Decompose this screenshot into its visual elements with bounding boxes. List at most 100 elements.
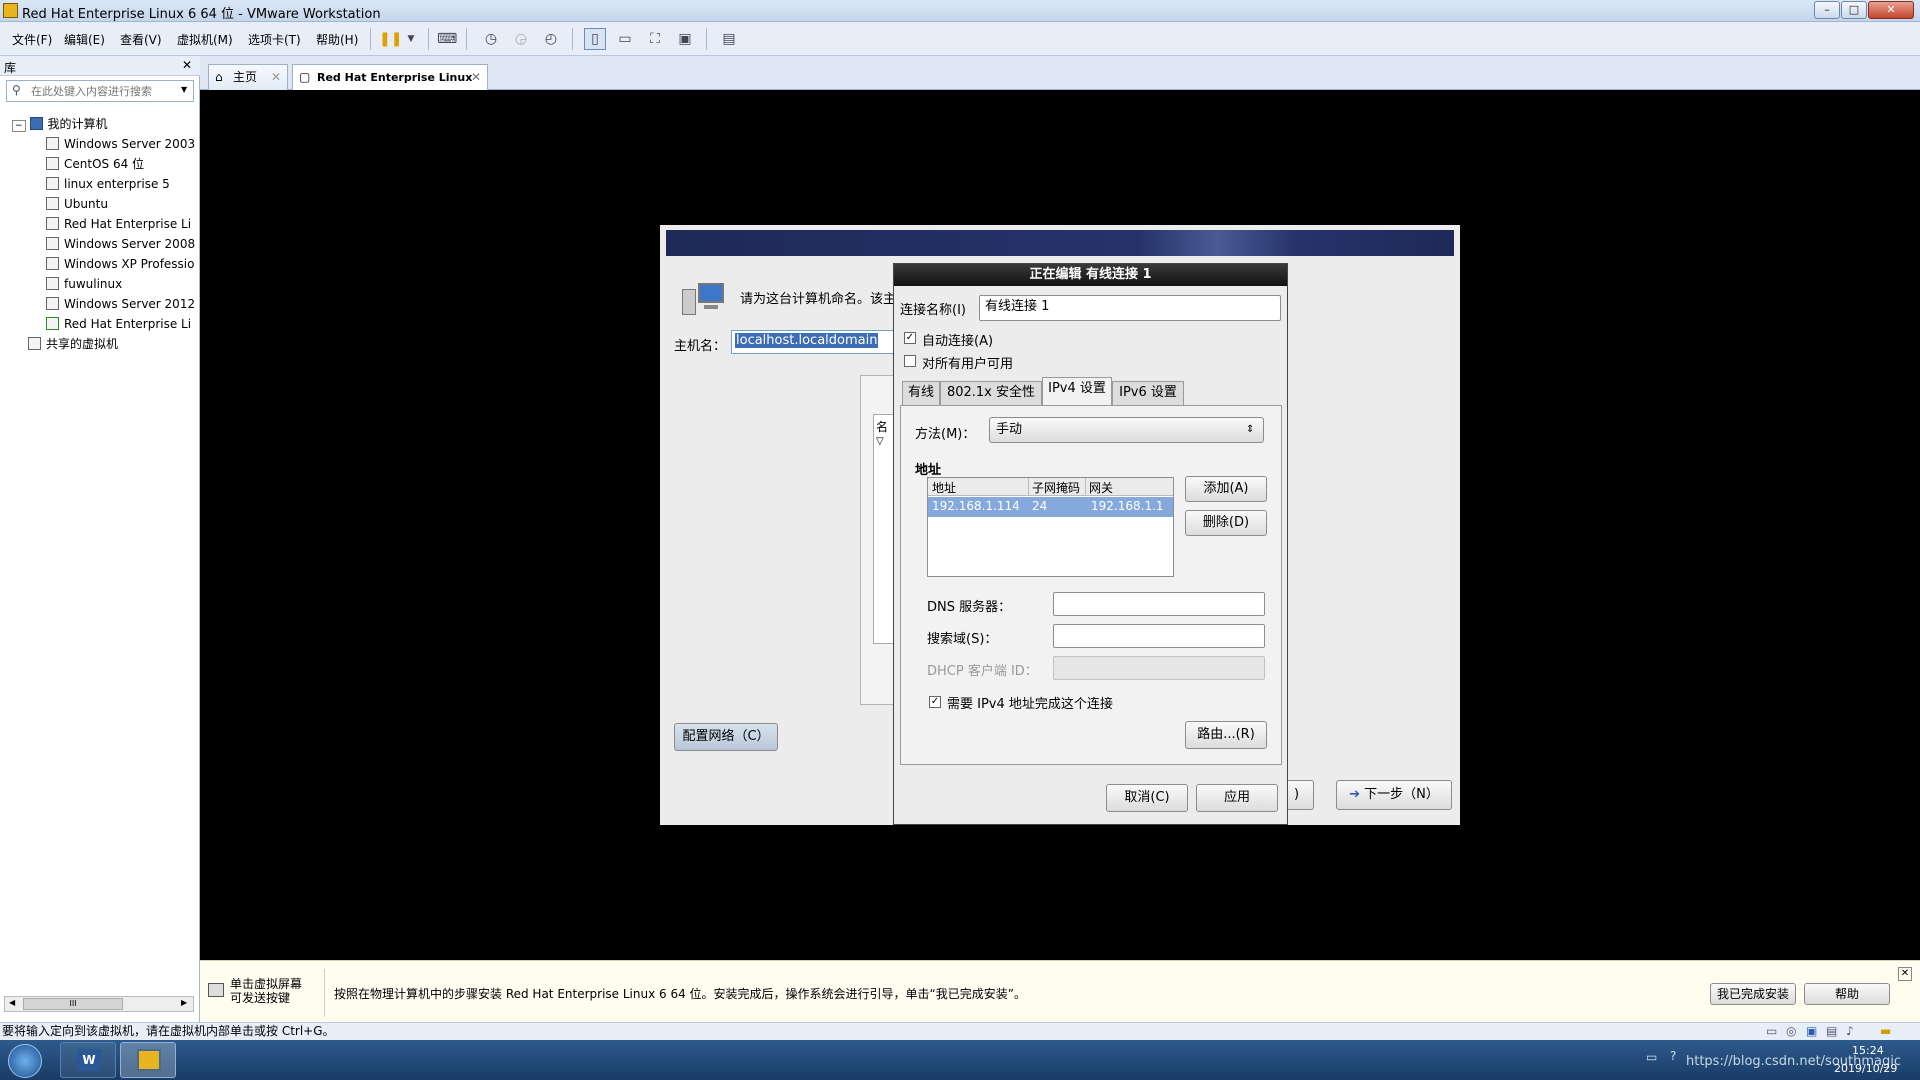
snapshot-icon[interactable]: ◷ xyxy=(480,28,502,50)
dns-input[interactable] xyxy=(1053,592,1265,616)
scroll-left-icon[interactable]: ◀ xyxy=(9,998,15,1007)
search-input[interactable] xyxy=(31,83,171,99)
help-button[interactable]: 帮助 xyxy=(1804,983,1890,1005)
search-domain-input[interactable] xyxy=(1053,624,1265,648)
next-button[interactable]: ➔ 下一步（N） xyxy=(1336,780,1452,810)
col-gateway[interactable]: 网关 xyxy=(1089,479,1113,496)
tab-vm[interactable]: ▢ Red Hat Enterprise Linux ... ✕ xyxy=(292,64,488,109)
hard-disk-icon[interactable]: ▭ xyxy=(1766,1023,1777,1040)
dhcp-client-id-label: DHCP 客户端 ID： xyxy=(927,664,1038,679)
library-panel: 库 ✕ ⚲ ▼ − 我的计算机 Windows Server 2003 CentO… xyxy=(0,56,200,1025)
tree-item-label: Windows Server 2003 xyxy=(64,137,196,151)
library-close-icon[interactable]: ✕ xyxy=(182,58,192,72)
auto-connect-checkbox[interactable]: ✓ xyxy=(904,332,916,344)
tree-item-vm[interactable]: CentOS 64 位 xyxy=(46,154,196,174)
pause-icon[interactable]: ❚❚ xyxy=(378,28,402,50)
scroll-thumb[interactable]: III xyxy=(23,998,123,1010)
home-icon: ⌂ xyxy=(215,70,223,84)
network-computers-icon xyxy=(682,283,728,317)
minimize-button[interactable]: – xyxy=(1814,1,1840,19)
taskbar-vmware[interactable] xyxy=(120,1042,176,1078)
add-button[interactable]: 添加(A) xyxy=(1185,476,1267,502)
col-netmask[interactable]: 子网掩码 xyxy=(1032,479,1080,496)
hint-close-button[interactable]: ✕ xyxy=(1898,967,1912,981)
taskbar-word[interactable]: W xyxy=(60,1042,116,1078)
dhcp-client-id-input xyxy=(1053,656,1265,680)
tree-item-label: Windows Server 2012 xyxy=(64,297,196,311)
vm-icon xyxy=(46,297,59,310)
maximize-button[interactable]: □ xyxy=(1841,1,1867,19)
connection-name-input[interactable]: 有线连接 1 xyxy=(979,295,1281,321)
menu-edit[interactable]: 编辑(E) xyxy=(64,31,105,48)
cancel-button[interactable]: 取消(C) xyxy=(1106,784,1188,812)
close-button[interactable]: ✕ xyxy=(1868,1,1914,19)
tab-8021x[interactable]: 802.1x 安全性 xyxy=(940,381,1042,405)
collapse-icon[interactable]: − xyxy=(12,120,26,132)
delete-button[interactable]: 删除(D) xyxy=(1185,510,1267,536)
tree-item-label: linux enterprise 5 xyxy=(64,177,170,191)
menu-vm[interactable]: 虚拟机(M) xyxy=(177,31,233,48)
menu-file[interactable]: 文件(F) xyxy=(12,31,52,48)
method-value: 手动 xyxy=(996,422,1023,437)
method-select[interactable]: 手动 ⇕ xyxy=(989,417,1264,443)
thumbnail-bar-icon[interactable]: ▭ xyxy=(614,28,636,50)
col-address[interactable]: 地址 xyxy=(932,479,956,496)
tree-item-vm[interactable]: Windows Server 2012 xyxy=(46,294,196,314)
chevron-down-icon[interactable]: ▼ xyxy=(400,28,422,50)
menu-view[interactable]: 查看(V) xyxy=(120,31,162,48)
close-icon[interactable]: ✕ xyxy=(271,65,281,89)
close-icon[interactable]: ✕ xyxy=(471,65,481,89)
clock-date[interactable]: 2019/10/29 xyxy=(1834,1062,1897,1075)
library-scrollbar[interactable]: ◀ III ▶ xyxy=(4,996,194,1012)
fullscreen-icon[interactable]: ⛶ xyxy=(644,28,666,50)
all-users-checkbox[interactable] xyxy=(904,355,916,367)
address-table[interactable]: 地址 子网掩码 网关 192.168.1.114 24 192.168.1.1 xyxy=(927,477,1174,577)
revert-snapshot-icon[interactable]: ◶ xyxy=(510,28,532,50)
scroll-right-icon[interactable]: ▶ xyxy=(181,998,187,1007)
clock-time[interactable]: 15:24 xyxy=(1852,1044,1884,1057)
table-row[interactable]: 192.168.1.114 24 192.168.1.1 xyxy=(928,497,1173,517)
unity-icon[interactable]: ▣ xyxy=(674,28,696,50)
tree-item-vm[interactable]: Red Hat Enterprise Li xyxy=(46,214,196,234)
start-button[interactable] xyxy=(8,1044,42,1078)
menu-tabs[interactable]: 选项卡(T) xyxy=(248,31,301,48)
tab-home[interactable]: ⌂ 主页 ✕ xyxy=(208,64,288,90)
library-title: 库 xyxy=(4,61,17,75)
show-library-icon[interactable]: ▯ xyxy=(584,28,606,50)
tree-item-my-computer[interactable]: − 我的计算机 xyxy=(12,114,108,134)
tab-ipv4[interactable]: IPv4 设置 xyxy=(1042,377,1112,405)
console-view-icon[interactable]: ▤ xyxy=(718,28,740,50)
tab-ipv6[interactable]: IPv6 设置 xyxy=(1112,381,1184,405)
tree-item-vm[interactable]: Windows XP Professio xyxy=(46,254,196,274)
tray-help-icon[interactable]: ? xyxy=(1670,1049,1676,1063)
tree-item-vm[interactable]: Windows Server 2008 xyxy=(46,234,196,254)
tree-item-shared[interactable]: 共享的虚拟机 xyxy=(28,334,118,354)
hostname-input[interactable]: localhost.localdomain xyxy=(731,330,897,354)
library-search[interactable]: ⚲ ▼ xyxy=(6,80,194,102)
message-icon[interactable]: ▬ xyxy=(1880,1023,1891,1040)
routes-button[interactable]: 路由...(R) xyxy=(1185,721,1267,749)
tree-item-vm[interactable]: linux enterprise 5 xyxy=(46,174,196,194)
menu-help[interactable]: 帮助(H) xyxy=(316,31,358,48)
configure-network-button[interactable]: 配置网络（C） xyxy=(674,723,778,751)
tree-item-label: Windows XP Professio xyxy=(64,257,195,271)
dns-label: DNS 服务器： xyxy=(927,600,1012,615)
tree-item-vm[interactable]: fuwulinux xyxy=(46,274,196,294)
send-keys-icon[interactable]: ⌨ xyxy=(436,28,458,50)
network-icon[interactable]: ▣ xyxy=(1806,1023,1817,1040)
require-ipv4-checkbox[interactable]: ✓ xyxy=(929,696,941,708)
printer-icon[interactable]: ▤ xyxy=(1826,1023,1837,1040)
chevron-down-icon[interactable]: ▼ xyxy=(181,85,187,94)
finished-install-button[interactable]: 我已完成安装 xyxy=(1710,983,1796,1005)
expand-icon[interactable]: ▽ xyxy=(876,436,884,447)
tree-item-vm[interactable]: Ubuntu xyxy=(46,194,196,214)
arrow-right-icon: ➔ xyxy=(1349,787,1365,802)
snapshot-manager-icon[interactable]: ◴ xyxy=(540,28,562,50)
tree-item-vm[interactable]: Windows Server 2003 xyxy=(46,134,196,154)
cd-icon[interactable]: ◎ xyxy=(1786,1023,1796,1040)
sound-icon[interactable]: ♪ xyxy=(1846,1023,1854,1040)
tree-item-vm-running[interactable]: Red Hat Enterprise Li xyxy=(46,314,196,334)
tab-wired[interactable]: 有线 xyxy=(902,381,940,405)
apply-button[interactable]: 应用 xyxy=(1196,784,1278,812)
tray-keyboard-icon[interactable]: ▭ xyxy=(1646,1050,1657,1064)
